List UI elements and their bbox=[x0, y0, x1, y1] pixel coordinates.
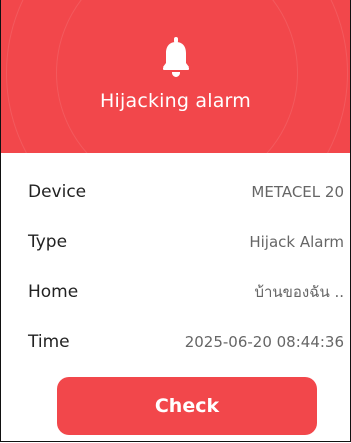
home-row: Home บ้านของฉัน .. bbox=[28, 280, 344, 304]
alarm-header: Hijacking alarm bbox=[1, 0, 350, 153]
device-value: METACEL 20 bbox=[251, 183, 344, 201]
check-button[interactable]: Check bbox=[57, 377, 317, 435]
device-label: Device bbox=[28, 182, 87, 202]
type-row: Type Hijack Alarm bbox=[28, 230, 344, 254]
alarm-title: Hijacking alarm bbox=[100, 90, 251, 112]
home-label: Home bbox=[28, 282, 79, 302]
time-row: Time 2025-06-20 08:44:36 bbox=[28, 330, 344, 354]
alarm-dialog: Hijacking alarm Device METACEL 20 Type H… bbox=[0, 0, 351, 442]
time-label: Time bbox=[28, 332, 70, 352]
time-value: 2025-06-20 08:44:36 bbox=[184, 333, 344, 351]
bell-icon bbox=[163, 37, 189, 77]
type-value: Hijack Alarm bbox=[249, 233, 344, 251]
type-label: Type bbox=[28, 232, 68, 252]
device-row: Device METACEL 20 bbox=[28, 180, 344, 204]
home-value: บ้านของฉัน .. bbox=[254, 283, 344, 301]
